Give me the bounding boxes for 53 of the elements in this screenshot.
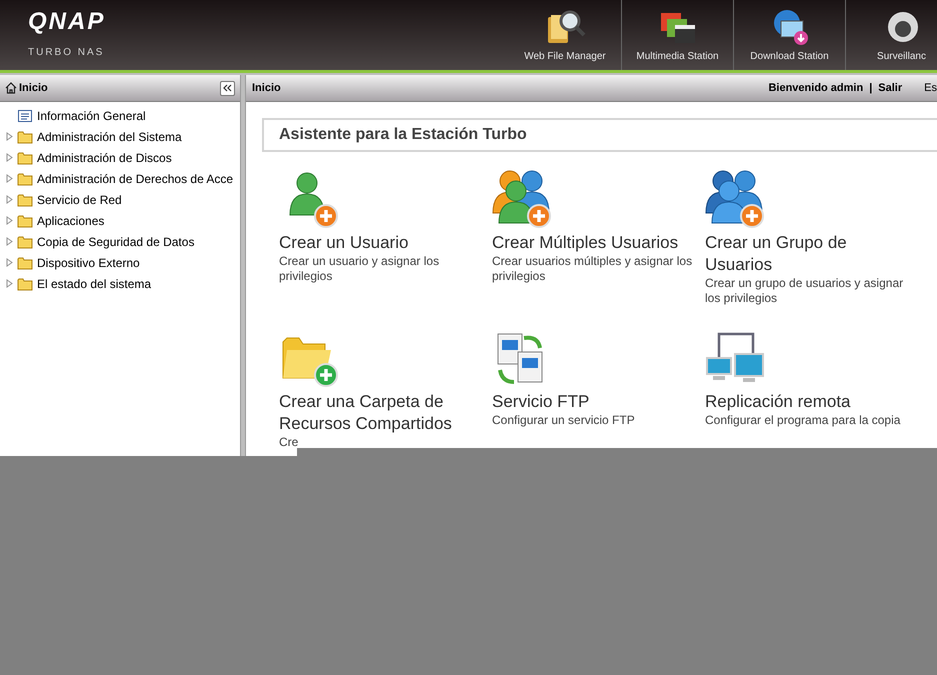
breadcrumb: Inicio xyxy=(252,80,281,96)
welcome-text: Bienvenido admin xyxy=(768,80,864,96)
group-add-icon[interactable] xyxy=(705,169,767,229)
collapse-button[interactable] xyxy=(220,80,235,96)
wizard-link[interactable]: Crear Múltiples Usuarios xyxy=(492,232,705,254)
language-link[interactable]: Es xyxy=(924,80,937,96)
expand-arrow-icon[interactable] xyxy=(5,258,14,267)
logo-text: QNAP xyxy=(28,10,106,34)
folder-icon xyxy=(17,172,33,186)
logout-link[interactable]: Salir xyxy=(878,80,902,96)
wizard-description: Cre xyxy=(279,435,300,450)
wizard-link[interactable]: Crear una Carpeta de Recursos Compartidos xyxy=(279,391,492,435)
wizard-description: Crear un usuario y asignar los privilegios xyxy=(279,254,440,284)
tree-item[interactable]: El estado del sistema xyxy=(37,274,152,292)
expand-arrow-icon[interactable] xyxy=(5,279,14,288)
wizard-link[interactable]: Crear un Usuario xyxy=(279,232,492,254)
tree-item[interactable]: Aplicaciones xyxy=(37,212,104,230)
folder-icon xyxy=(17,192,33,206)
wizard-description: Crear un grupo de usuarios y asignar los privilegios xyxy=(705,276,904,306)
tree-item[interactable]: Dispositivo Externo xyxy=(37,254,140,272)
tree-item[interactable]: Servicio de Red xyxy=(37,190,122,208)
app-launcher[interactable]: Web File Manager xyxy=(509,0,621,70)
expand-arrow-icon[interactable] xyxy=(5,132,14,141)
expand-arrow-icon[interactable] xyxy=(5,153,14,162)
users-add-icon[interactable] xyxy=(492,169,554,229)
folder-icon xyxy=(17,276,33,290)
folder-icon xyxy=(17,256,33,270)
folder-icon xyxy=(17,234,33,248)
separator: | xyxy=(869,80,872,96)
wizard-title: Asistente para la Estación Turbo xyxy=(279,125,527,145)
folder-icon xyxy=(17,130,33,144)
tree-item[interactable]: Administración de Discos xyxy=(37,148,172,166)
expand-arrow-icon[interactable] xyxy=(5,174,14,183)
document-icon xyxy=(17,108,33,122)
tree-item[interactable]: Copia de Seguridad de Datos xyxy=(37,232,194,250)
expand-arrow-icon[interactable] xyxy=(5,216,14,225)
wizard-link[interactable]: Crear un Grupo de Usuarios xyxy=(705,232,918,276)
expand-arrow-icon[interactable] xyxy=(5,195,14,204)
wizard-description: Configurar un servicio FTP xyxy=(492,413,636,428)
tree-item[interactable]: Administración de Derechos de Acce xyxy=(37,170,234,188)
tree-item[interactable]: Información General xyxy=(37,106,146,124)
expand-arrow-icon[interactable] xyxy=(5,237,14,246)
double-chevron-icon xyxy=(223,84,232,92)
wizard-description: Crear usuarios múltiples y asignar los privilegios xyxy=(492,254,694,284)
wizard-link[interactable]: Servicio FTP xyxy=(492,391,705,413)
home-icon xyxy=(5,82,17,94)
tree-item[interactable]: Administración del Sistema xyxy=(37,128,182,146)
wizard-description: Configurar el programa para la copia xyxy=(705,413,902,428)
wizard-link[interactable]: Replicación remota xyxy=(705,391,918,413)
folder-icon xyxy=(17,150,33,164)
logo-subtitle: TURBO NAS xyxy=(28,48,106,58)
sidebar-title: Inicio xyxy=(19,80,48,96)
folder-icon xyxy=(17,214,33,228)
